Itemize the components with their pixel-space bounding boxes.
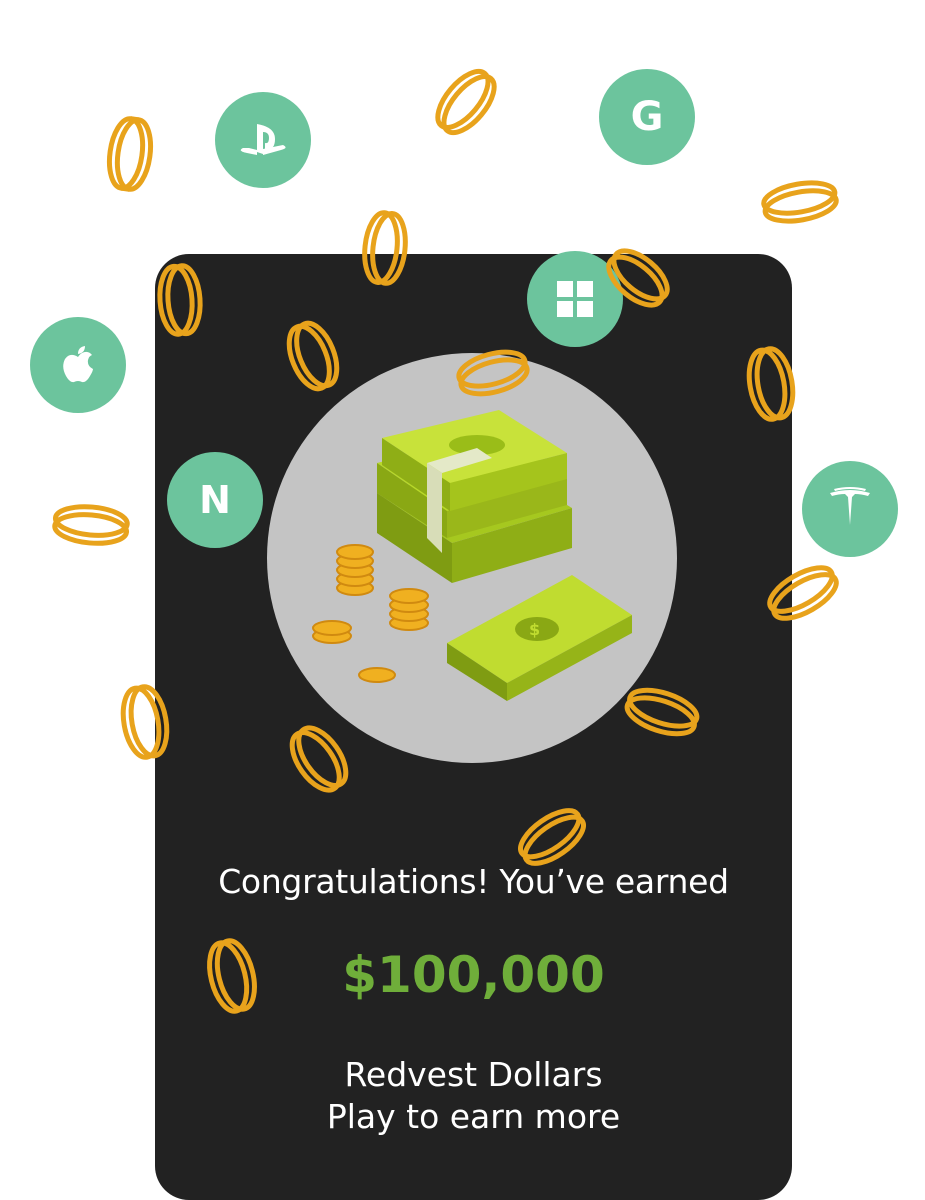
coin-icon — [289, 725, 349, 793]
bill-single: $ — [447, 575, 632, 701]
coin-stacks — [312, 544, 429, 683]
coin-icon — [606, 248, 670, 308]
coin-icon — [157, 263, 203, 337]
reward-amount: $100,000 — [342, 946, 605, 1004]
play-to-earn-link[interactable]: Play to earn more — [155, 1096, 792, 1138]
netflix-icon: N — [167, 452, 263, 548]
svg-text:$: $ — [529, 620, 540, 639]
coin-icon — [120, 684, 170, 760]
coin-icon — [624, 687, 700, 737]
coin-icon — [286, 320, 340, 392]
coin-icon — [746, 346, 796, 422]
bill-stack-back — [377, 410, 572, 583]
coin-icon — [435, 68, 497, 136]
apple-icon — [30, 317, 126, 413]
coin-icon — [106, 116, 154, 192]
playstation-icon — [215, 92, 311, 188]
coin-icon — [362, 210, 408, 286]
google-icon: G — [599, 69, 695, 165]
money-stack-illustration: $ — [312, 410, 632, 701]
tesla-icon — [802, 461, 898, 557]
coin-icon — [456, 349, 530, 397]
coin-icon — [767, 565, 839, 621]
reward-description: Redvest Dollars Play to earn more — [155, 1054, 792, 1138]
coin-icon — [761, 180, 839, 224]
currency-label: Redvest Dollars — [344, 1055, 603, 1094]
coin-icon — [52, 504, 130, 546]
congratulations-heading: Congratulations! You’ve earned — [218, 862, 729, 901]
